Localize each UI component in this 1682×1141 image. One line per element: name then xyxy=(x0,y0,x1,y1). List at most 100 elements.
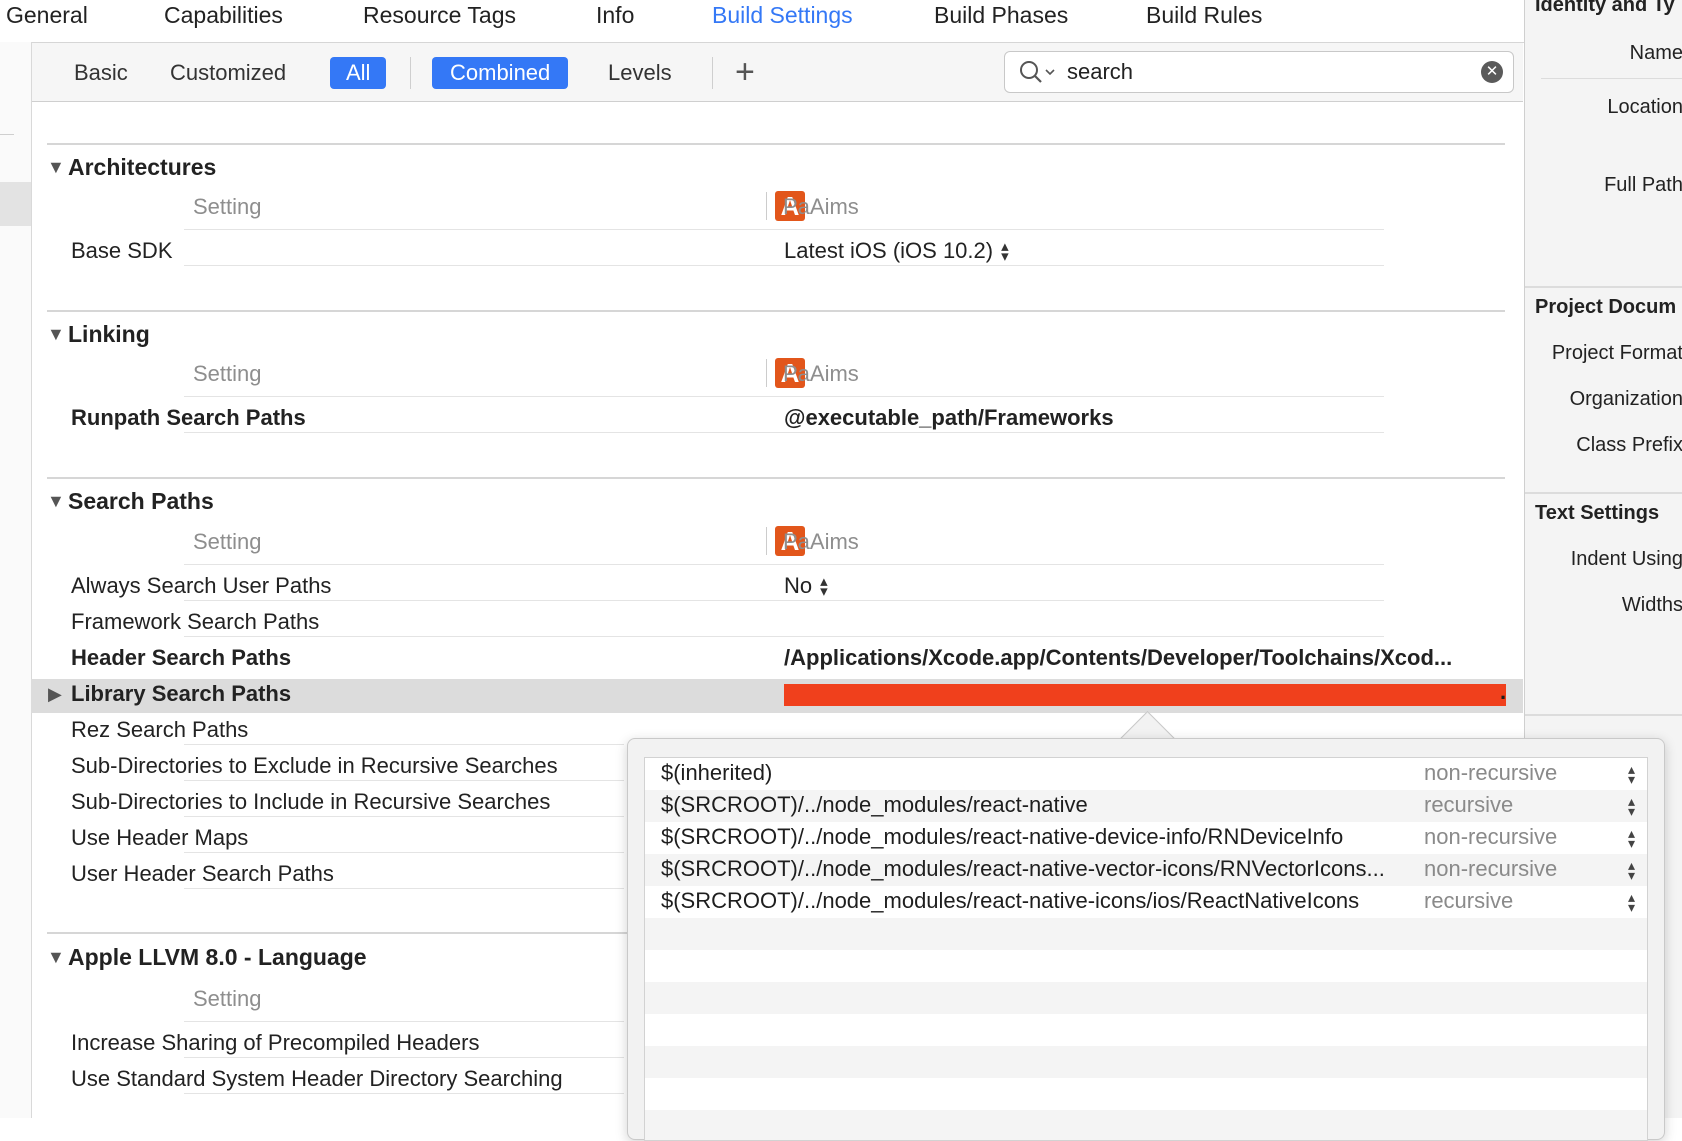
setting-name-subdirs-include[interactable]: Sub-Directories to Include in Recursive … xyxy=(71,789,550,815)
recursion-mode-cell[interactable]: recursive xyxy=(1424,888,1513,914)
column-header-target: PaAims xyxy=(783,529,859,554)
path-cell[interactable]: $(SRCROOT)/../node_modules/react-native-… xyxy=(661,888,1359,914)
setting-name-use-header-maps[interactable]: Use Header Maps xyxy=(71,825,248,851)
recursion-mode-cell[interactable]: non-recursive xyxy=(1424,824,1557,850)
row-divider xyxy=(184,600,1384,601)
disclosure-triangle-expanded-icon[interactable]: ▼ xyxy=(47,324,65,345)
search-paths-table: $(inherited) non-recursive ▴ ▾ $(SRCROOT)… xyxy=(644,757,1648,1141)
section-divider xyxy=(47,143,1505,145)
mode-stepper-icon[interactable]: ▴ ▾ xyxy=(1628,762,1635,786)
tab-build-settings[interactable]: Build Settings xyxy=(712,0,853,30)
filter-separator xyxy=(410,57,411,89)
filter-customized-button[interactable]: Customized xyxy=(152,57,304,89)
empty-table-row xyxy=(645,950,1647,982)
tab-info[interactable]: Info xyxy=(596,0,634,30)
column-header-setting: Setting xyxy=(193,986,262,1011)
table-row[interactable]: $(inherited) non-recursive ▴ ▾ xyxy=(645,758,1647,790)
inspector-label-widths: Widths xyxy=(1621,594,1682,616)
row-divider xyxy=(184,888,624,889)
section-title-search-paths[interactable]: Search Paths xyxy=(68,488,214,515)
filter-levels-button[interactable]: Levels xyxy=(590,57,690,89)
project-navigator-edge xyxy=(0,42,32,1118)
path-cell[interactable]: $(SRCROOT)/../node_modules/react-native-… xyxy=(661,856,1385,882)
filter-all-button[interactable]: All xyxy=(330,57,387,89)
mode-stepper-icon[interactable]: ▴ ▾ xyxy=(1628,858,1635,882)
row-divider xyxy=(184,744,624,745)
column-header-setting: Setting xyxy=(193,529,262,554)
recursion-mode-cell[interactable]: non-recursive xyxy=(1424,760,1557,786)
table-row[interactable]: $(SRCROOT)/../node_modules/react-native … xyxy=(645,790,1647,822)
empty-table-row xyxy=(645,1110,1647,1140)
search-input[interactable] xyxy=(1067,58,1467,86)
add-setting-button[interactable]: + xyxy=(735,53,755,91)
row-divider xyxy=(184,432,1384,433)
table-row[interactable]: $(SRCROOT)/../node_modules/react-native-… xyxy=(645,854,1647,886)
row-divider xyxy=(184,1021,624,1022)
filter-basic-button[interactable]: Basic xyxy=(56,57,146,89)
recursion-mode-cell[interactable]: recursive xyxy=(1424,792,1513,818)
mode-stepper-icon[interactable]: ▴ ▾ xyxy=(1628,826,1635,850)
table-row[interactable]: $(SRCROOT)/../node_modules/react-native-… xyxy=(645,886,1647,918)
truncation-ellipsis: . xyxy=(1500,679,1507,704)
setting-name-library-search-paths[interactable]: Library Search Paths xyxy=(71,681,291,707)
path-cell[interactable]: $(SRCROOT)/../node_modules/react-native-… xyxy=(661,824,1343,850)
row-divider xyxy=(184,636,1384,637)
row-divider xyxy=(184,229,1384,230)
setting-name-use-standard-system-header-dir[interactable]: Use Standard System Header Directory Sea… xyxy=(71,1066,563,1092)
row-divider xyxy=(184,564,1384,565)
filter-combined-button[interactable]: Combined xyxy=(432,57,569,89)
tab-build-phases[interactable]: Build Phases xyxy=(934,0,1068,30)
path-cell[interactable]: $(SRCROOT)/../node_modules/react-native xyxy=(661,792,1088,818)
path-cell[interactable]: $(inherited) xyxy=(661,760,772,786)
row-divider xyxy=(184,396,1384,397)
empty-table-row xyxy=(645,918,1647,950)
search-icon xyxy=(1020,61,1055,83)
clear-search-icon[interactable]: ✕ xyxy=(1481,61,1503,83)
setting-value-runpath-search-paths[interactable]: @executable_path/Frameworks xyxy=(784,405,1114,431)
inspector-divider xyxy=(1525,492,1682,494)
tab-general[interactable]: General xyxy=(6,0,88,30)
setting-value-always-search-user-paths[interactable]: No ▴ ▾ xyxy=(784,573,828,599)
setting-name-rez-search-paths[interactable]: Rez Search Paths xyxy=(71,717,248,743)
setting-name-user-header-search-paths[interactable]: User Header Search Paths xyxy=(71,861,334,887)
tab-resource-tags[interactable]: Resource Tags xyxy=(363,0,516,30)
disclosure-triangle-expanded-icon[interactable]: ▼ xyxy=(47,947,65,968)
section-title-linking[interactable]: Linking xyxy=(68,321,150,348)
row-divider xyxy=(184,816,624,817)
setting-name-increase-sharing-pch[interactable]: Increase Sharing of Precompiled Headers xyxy=(71,1030,479,1056)
setting-name-header-search-paths[interactable]: Header Search Paths xyxy=(71,645,291,671)
inspector-section-text-settings: Text Settings xyxy=(1535,502,1660,524)
row-divider xyxy=(184,1057,624,1058)
setting-name-runpath-search-paths[interactable]: Runpath Search Paths xyxy=(71,405,306,431)
inspector-label-project-format: Project Format xyxy=(1551,342,1682,364)
setting-name-framework-search-paths[interactable]: Framework Search Paths xyxy=(71,609,319,635)
setting-value-base-sdk[interactable]: Latest iOS (iOS 10.2) ▴ ▾ xyxy=(784,238,1009,264)
search-field[interactable]: ✕ xyxy=(1004,51,1514,93)
always-search-value-text: No xyxy=(784,573,813,598)
build-settings-filter-bar: Basic Customized All Combined Levels + ✕ xyxy=(32,43,1523,102)
section-title-apple-llvm-language[interactable]: Apple LLVM 8.0 - Language xyxy=(68,944,367,971)
tab-build-rules[interactable]: Build Rules xyxy=(1146,0,1262,30)
selected-target-highlight[interactable] xyxy=(0,182,31,226)
setting-name-always-search-user-paths[interactable]: Always Search User Paths xyxy=(71,573,331,599)
column-separator xyxy=(766,527,767,555)
inspector-label-full-path: Full Path xyxy=(1604,174,1682,196)
recursion-mode-cell[interactable]: non-recursive xyxy=(1424,856,1557,882)
inspector-section-project-document: Project Docum xyxy=(1535,296,1677,318)
disclosure-triangle-expanded-icon[interactable]: ▼ xyxy=(47,491,65,512)
mode-stepper-icon[interactable]: ▴ ▾ xyxy=(1628,794,1635,818)
disclosure-triangle-expanded-icon[interactable]: ▼ xyxy=(47,157,65,178)
section-divider xyxy=(47,477,1505,479)
setting-value-header-search-paths[interactable]: /Applications/Xcode.app/Contents/Develop… xyxy=(784,645,1452,671)
redacted-library-search-paths-value[interactable] xyxy=(784,684,1506,706)
empty-table-row xyxy=(645,982,1647,1014)
tab-capabilities[interactable]: Capabilities xyxy=(164,0,283,30)
setting-name-subdirs-exclude[interactable]: Sub-Directories to Exclude in Recursive … xyxy=(71,753,558,779)
section-title-architectures[interactable]: Architectures xyxy=(68,154,216,181)
setting-name-base-sdk[interactable]: Base SDK xyxy=(71,238,173,264)
inspector-divider xyxy=(1525,714,1682,716)
disclosure-triangle-collapsed-icon[interactable]: ▶ xyxy=(48,684,62,705)
table-row[interactable]: $(SRCROOT)/../node_modules/react-native-… xyxy=(645,822,1647,854)
row-divider xyxy=(184,265,1384,266)
mode-stepper-icon[interactable]: ▴ ▾ xyxy=(1628,890,1635,914)
